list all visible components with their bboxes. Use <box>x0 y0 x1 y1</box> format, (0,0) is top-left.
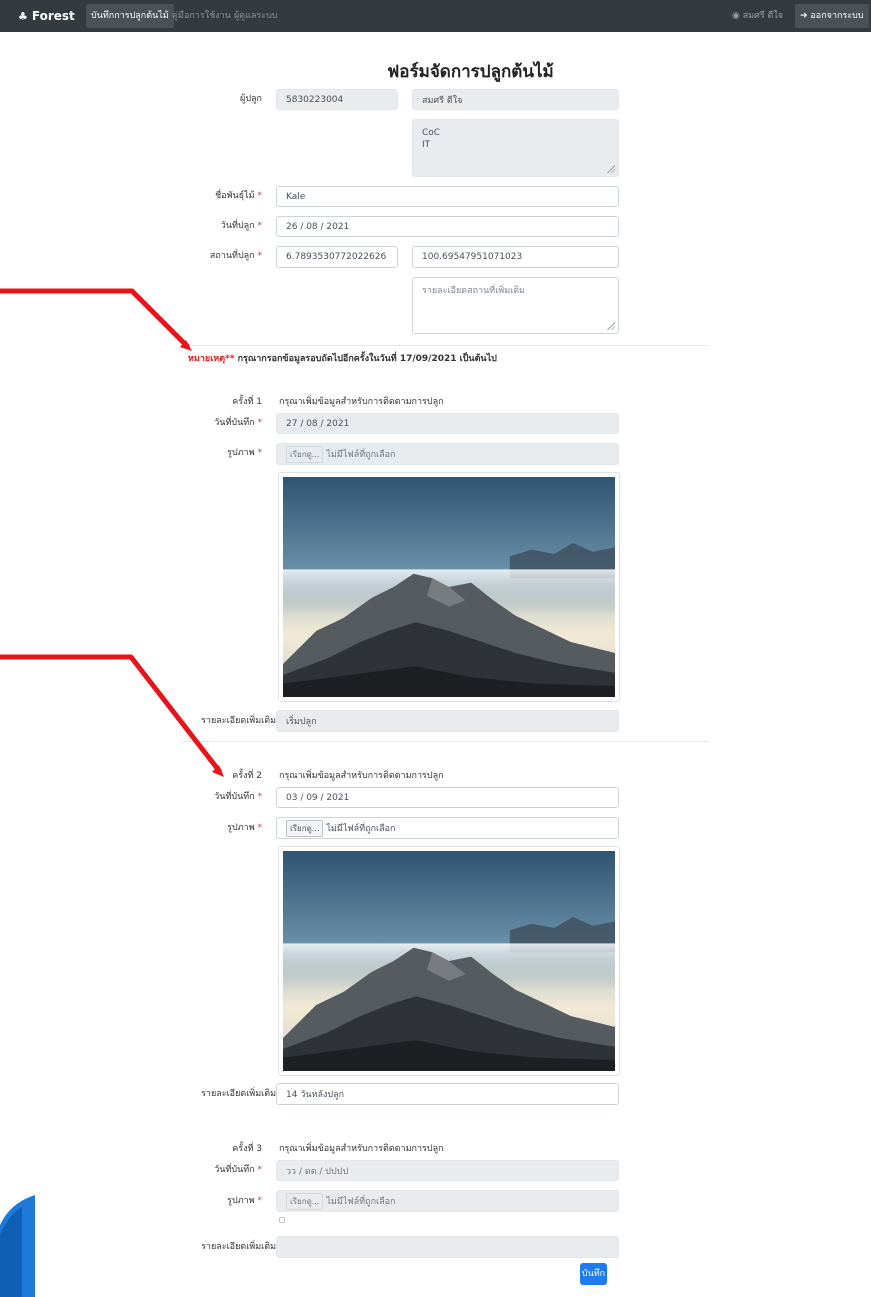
round-1-date-field: 27 / 08 / 2021 <box>276 413 619 434</box>
reminder-note: หมายเหตุ** กรุณากรอกข้อมูลรอบถัดไปอีกครั… <box>188 354 497 364</box>
round-1-prompt: กรุณาเพิ่มข้อมูลสำหรับการติดตามการปลูก <box>279 397 444 407</box>
save-button[interactable]: บันทึก <box>580 1263 607 1285</box>
planter-name-field: สมศรี ดีใจ <box>412 89 619 110</box>
nav-item-manual[interactable]: คู่มือการใช้งาน <box>172 0 231 32</box>
round-3-browse-button: เรียกดู... <box>286 1192 324 1210</box>
round-3-image-label: รูปภาพ * <box>227 1196 262 1206</box>
round-1-browse-button: เรียกดู... <box>286 445 324 463</box>
location-label: สถานที่ปลูก * <box>209 251 262 261</box>
planter-label: ผู้ปลูก <box>240 94 262 104</box>
planter-id-field: 5830223004 <box>276 89 398 110</box>
round-2-image-label: รูปภาพ * <box>227 823 262 833</box>
mountain-photo-image <box>283 477 615 697</box>
round-1-file-status: ไม่มีไฟล์ที่ถูกเลือก <box>326 450 396 460</box>
species-input[interactable]: Kale <box>276 186 619 207</box>
round-2-browse-button[interactable]: เรียกดู... <box>286 819 324 837</box>
round-2-photo <box>278 846 620 1076</box>
round-3-file-input: เรียกดู... ไม่มีไฟล์ที่ถูกเลือก <box>276 1190 619 1212</box>
planter-org-text: CoC IT <box>422 128 441 150</box>
round-3-date-field: วว / ดด / ปปปป <box>276 1160 619 1181</box>
logout-button[interactable]: ➜ ออกจากระบบ <box>795 4 869 28</box>
user-name: สมศรี ดีใจ <box>742 11 784 21</box>
round-2-file-status: ไม่มีไฟล์ที่ถูกเลือก <box>326 824 396 834</box>
plant-date-label: วันที่ปลูก * <box>220 221 262 231</box>
location-detail-textarea[interactable]: รายละเอียดสถานที่เพิ่มเติม <box>412 277 619 334</box>
round-2-date-input[interactable]: 03 / 09 / 2021 <box>276 787 619 808</box>
user-circle-icon: ◉ <box>732 11 743 21</box>
section-divider <box>182 741 709 742</box>
round-1-photo <box>278 472 620 702</box>
round-2-prompt: กรุณาเพิ่มข้อมูลสำหรับการติดตามการปลูก <box>279 771 444 781</box>
nav-user-menu[interactable]: ◉ สมศรี ดีใจ <box>732 0 783 32</box>
round-1-date-label: วันที่บันทึก * <box>214 418 262 428</box>
section-divider <box>182 345 709 346</box>
plant-date-input[interactable]: 26 / 08 / 2021 <box>276 216 619 237</box>
round-3-detail-label: รายละเอียดเพิ่มเติม <box>201 1242 276 1252</box>
resize-grip-icon[interactable] <box>607 322 615 330</box>
round-1-file-input: เรียกดู... ไม่มีไฟล์ที่ถูกเลือก <box>276 443 619 465</box>
tree-icon: ♣ <box>18 10 28 23</box>
annotation-arrow-note <box>0 288 190 349</box>
round-2-file-input[interactable]: เรียกดู... ไม่มีไฟล์ที่ถูกเลือก <box>276 817 619 839</box>
nav-item-planting-record[interactable]: บันทึกการปลูกต้นไม้ <box>86 4 174 28</box>
logout-label: ออกจากระบบ <box>810 11 864 21</box>
round-1-detail-label: รายละเอียดเพิ่มเติม <box>201 716 276 726</box>
round-2-date-label: วันที่บันทึก * <box>214 792 262 802</box>
resize-grip-icon[interactable] <box>607 165 615 173</box>
round-2-detail-input[interactable]: 14 วันหลังปลูก <box>276 1083 619 1105</box>
round-2-detail-label: รายละเอียดเพิ่มเติม <box>201 1089 276 1099</box>
brand-link[interactable]: ♣ Forest <box>18 0 75 32</box>
species-label: ชื่อพันธุ์ไม้ * <box>215 191 262 201</box>
brand-label: Forest <box>31 9 75 23</box>
blue-corner-decoration <box>0 1195 35 1297</box>
round-3-prompt: กรุณาเพิ่มข้อมูลสำหรับการติดตามการปลูก <box>279 1144 444 1154</box>
round-3-date-label: วันที่บันทึก * <box>214 1165 262 1175</box>
round-1-image-label: รูปภาพ * <box>227 448 262 458</box>
round-3-detail-field <box>276 1236 619 1258</box>
round-3-label: ครั้งที่ 3 <box>232 1144 262 1154</box>
mountain-photo-image <box>283 851 615 1071</box>
sign-out-icon: ➜ <box>800 11 811 21</box>
round-2-label: ครั้งที่ 2 <box>232 771 262 781</box>
broken-image-placeholder <box>279 1217 285 1223</box>
planter-org-field: CoC IT <box>412 119 619 177</box>
round-1-label: ครั้งที่ 1 <box>232 397 262 407</box>
longitude-input[interactable]: 100.69547951071023 <box>412 246 619 268</box>
navbar: ♣ Forest บันทึกการปลูกต้นไม้ คู่มือการใช้… <box>0 0 871 32</box>
latitude-input[interactable]: 6.7893530772022626 <box>276 246 398 268</box>
round-1-detail-field: เริ่มปลูก <box>276 710 619 732</box>
nav-item-admin[interactable]: ผู้ดูแลระบบ <box>234 0 278 32</box>
location-detail-placeholder: รายละเอียดสถานที่เพิ่มเติม <box>422 286 525 296</box>
page-title: ฟอร์มจัดการปลูกต้นไม้ <box>387 62 554 82</box>
round-3-file-status: ไม่มีไฟล์ที่ถูกเลือก <box>326 1197 396 1207</box>
